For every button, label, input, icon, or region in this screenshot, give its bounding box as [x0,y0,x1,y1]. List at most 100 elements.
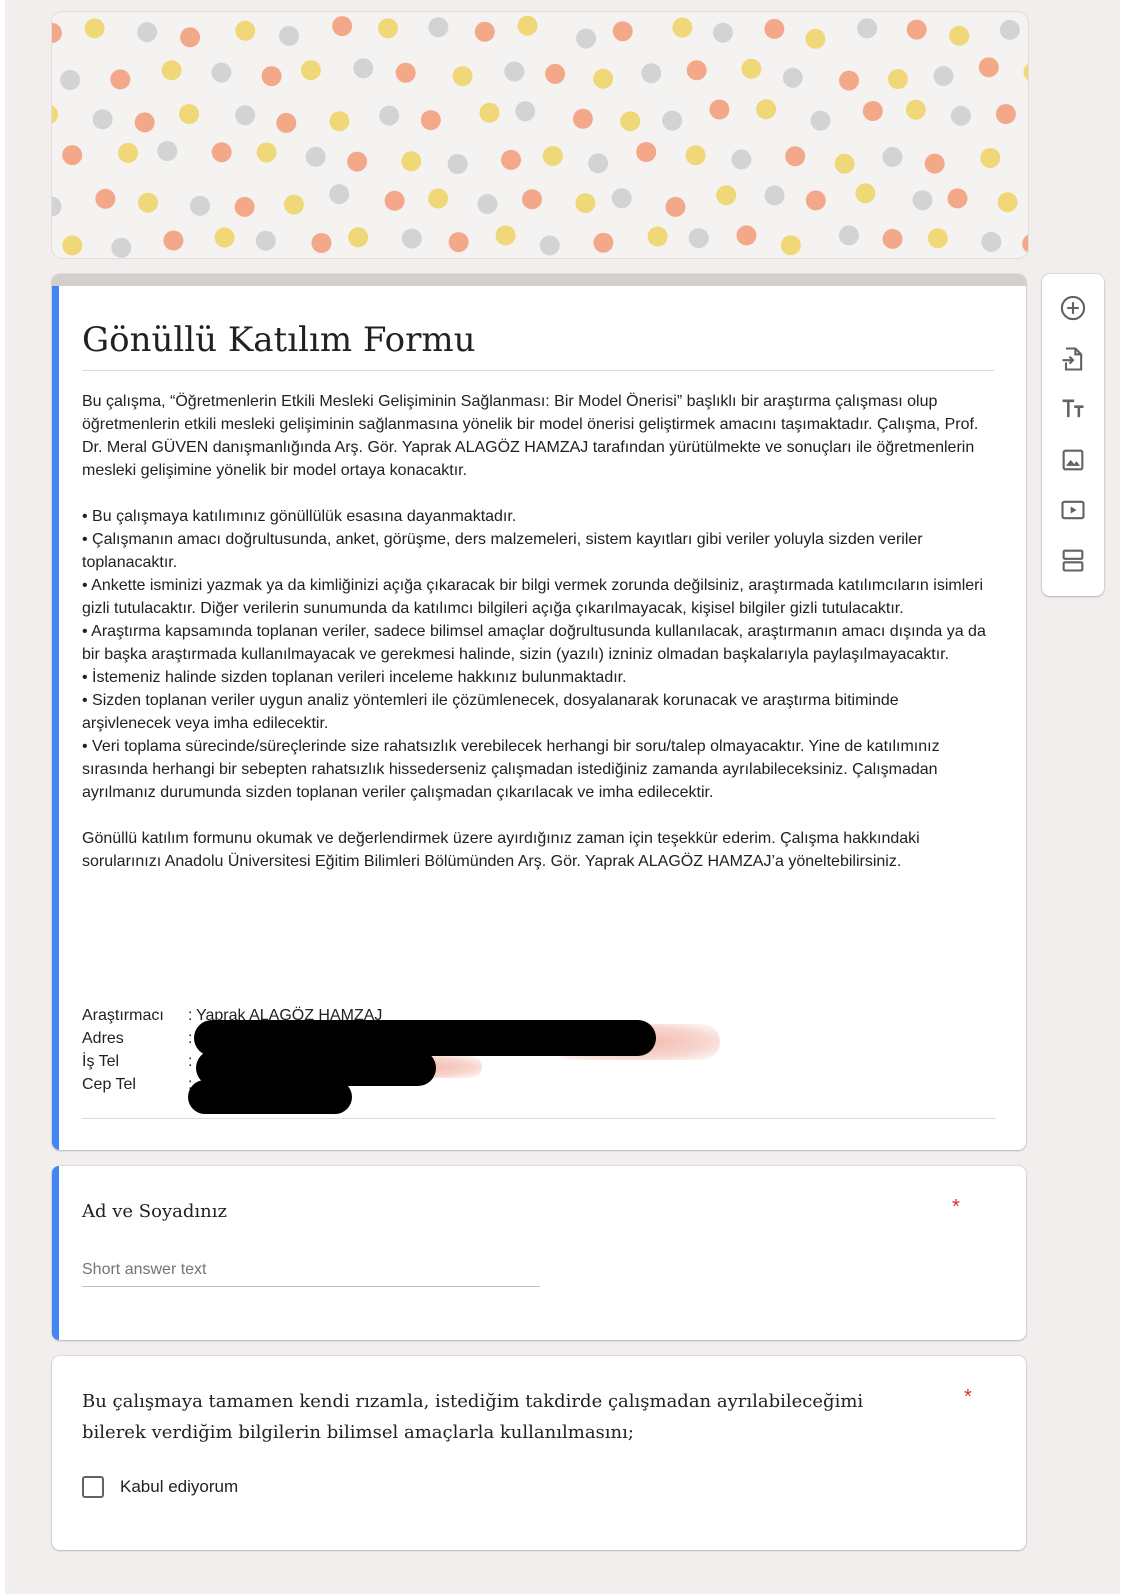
separator: : [188,1030,193,1047]
researcher-label: Araştırmacı [82,1007,164,1024]
polka-dot [933,66,954,86]
form-title[interactable]: Gönüllü Katılım Formu [82,320,994,371]
description-bullet: • Sizden toplanan veriler uygun analiz y… [82,692,899,732]
header-banner-image [52,12,1028,258]
add-title-description-button[interactable] [1055,391,1091,427]
add-section-button[interactable] [1055,542,1091,578]
polka-dot [134,112,155,133]
redaction-bar [188,1080,352,1114]
polka-dot [686,60,707,81]
polka-dot [384,190,405,211]
polka-dot [688,228,709,249]
polka-dot [235,20,256,41]
polka-dot [980,148,1001,168]
polka-dot [300,60,321,81]
polka-dot [924,153,945,174]
import-icon [1062,347,1083,371]
polka-dot [997,192,1018,213]
polka-dot [927,228,948,249]
polka-dot [712,22,733,43]
polka-dot [137,22,158,43]
polka-dot [163,230,184,251]
contact-info: Araştırmacı : Yaprak ALAGÖZ HAMZAJ Adres… [82,1004,994,1114]
polka-dot [179,104,200,124]
polka-dot [736,225,757,246]
polka-dot [353,58,374,79]
mobile-label: Cep Tel [82,1076,136,1093]
polka-dot [882,228,903,249]
polka-dot [479,102,500,123]
polka-dot [672,17,693,38]
polka-dot [347,151,368,172]
polka-dot [947,188,968,209]
description-bullet: • İstemeniz halinde sizden toplanan veri… [82,669,627,686]
polka-dot [1023,63,1028,81]
form-header-card[interactable]: Gönüllü Katılım Formu Bu çalışma, “Öğret… [52,274,1026,1150]
polka-dot [999,19,1020,40]
polka-dot [636,142,657,162]
form-description[interactable]: Bu çalışma, “Öğretmenlerin Etkili Meslek… [82,390,987,873]
polka-dot [110,69,131,90]
polka-dot [588,153,609,174]
polka-dot-pattern [52,15,1028,258]
polka-dot [211,62,232,83]
polka-dot [95,188,116,209]
polka-dot [428,188,449,209]
polka-dot [978,57,999,78]
question-title[interactable]: Bu çalışmaya tamamen kendi rızamla, iste… [82,1386,922,1448]
polka-dot [905,99,926,120]
required-asterisk: * [964,1386,972,1408]
polka-dot [395,62,416,83]
polka-dot [855,183,876,204]
window-edge-left [0,0,5,1594]
polka-dot [495,225,516,246]
polka-dot [311,233,332,253]
polka-dot [572,108,593,129]
question-card-name[interactable]: Ad ve Soyadınız * [52,1166,1026,1340]
polka-dot [810,110,831,131]
polka-dot [255,230,276,251]
polka-dot [882,146,903,167]
add-question-button[interactable] [1055,290,1091,326]
polka-dot [764,18,785,39]
polka-dot [665,196,686,217]
polka-dot [906,19,927,40]
polka-dot [620,111,641,132]
polka-dot [448,232,469,253]
polka-dot [60,70,81,90]
checkbox[interactable] [82,1476,104,1498]
polka-dot [378,18,398,39]
polka-dot [452,66,473,87]
polka-dot [857,18,878,39]
polka-dot [214,227,235,248]
window-edge-right [1120,0,1140,1594]
polka-dot [161,60,182,81]
polka-dot [838,225,859,246]
polka-dot [995,104,1016,124]
add-image-button[interactable] [1055,442,1091,478]
polka-dot [764,185,785,206]
polka-dot [950,105,971,126]
polka-dot [685,145,706,166]
polka-dot [348,227,369,248]
polka-dot [279,25,299,46]
polka-dot [647,226,668,247]
polka-dot [542,146,563,166]
polka-dot [157,141,178,161]
polka-dot [138,192,158,213]
polka-dot [256,142,277,163]
checkbox-label[interactable]: Kabul ediyorum [120,1477,238,1497]
polka-dot [539,235,560,256]
polka-dot [981,231,1002,252]
short-answer-input[interactable] [82,1254,540,1287]
import-questions-button[interactable] [1055,341,1091,377]
polka-dot [52,105,58,124]
question-card-consent[interactable]: Bu çalışmaya tamamen kendi rızamla, iste… [52,1356,1026,1550]
add-video-button[interactable] [1055,492,1091,528]
question-title[interactable]: Ad ve Soyadınız [82,1196,227,1227]
polka-dot [474,21,495,42]
polka-dot [118,142,139,163]
image-icon [1062,449,1084,471]
add-circle-icon [1060,295,1086,321]
polka-dot [62,145,83,166]
